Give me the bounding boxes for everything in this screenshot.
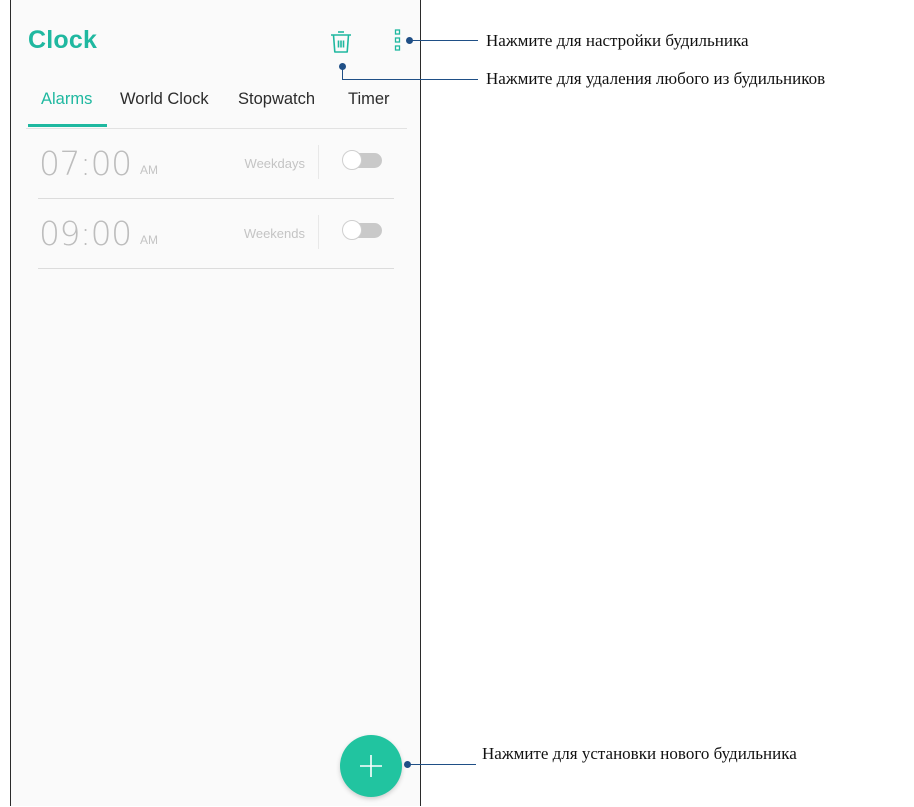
callout-line xyxy=(342,79,478,80)
alarm-row[interactable]: 07:00 AM Weekdays xyxy=(38,128,394,199)
toggle-knob xyxy=(342,150,362,170)
alarm-time: 09:00 xyxy=(39,214,132,253)
trash-icon xyxy=(331,31,351,53)
active-tab-indicator xyxy=(28,124,107,127)
tab-bar: Alarms World Clock Stopwatch Timer xyxy=(26,78,407,129)
alarm-days: Weekdays xyxy=(244,156,305,171)
app-title: Clock xyxy=(28,26,98,54)
callout-line xyxy=(408,764,476,765)
row-divider xyxy=(318,215,319,249)
tab-timer[interactable]: Timer xyxy=(348,90,390,109)
tab-world-clock[interactable]: World Clock xyxy=(120,90,209,109)
alarm-ampm: AM xyxy=(140,163,158,177)
alarm-row[interactable]: 09:00 AM Weekends xyxy=(38,198,394,269)
plus-icon xyxy=(360,755,382,777)
callout-line xyxy=(342,66,343,79)
callout-line xyxy=(410,40,478,41)
callout-add-text: Нажмите для установки нового будильника xyxy=(482,744,797,763)
alarm-ampm: AM xyxy=(140,233,158,247)
tab-alarms[interactable]: Alarms xyxy=(41,90,92,109)
alarm-toggle[interactable] xyxy=(342,150,382,170)
toggle-knob xyxy=(342,220,362,240)
row-divider xyxy=(318,145,319,179)
more-vertical-icon xyxy=(394,29,401,51)
delete-alarms-button[interactable] xyxy=(328,28,354,54)
alarm-days: Weekends xyxy=(243,226,305,241)
more-options-button[interactable] xyxy=(391,28,405,54)
callout-settings-text: Нажмите для настройки будильника xyxy=(486,31,749,50)
clock-app-screen: Clock Alarms World Clock Stopwatch Timer xyxy=(10,0,421,806)
tab-stopwatch[interactable]: Stopwatch xyxy=(238,90,315,109)
alarm-time: 07:00 xyxy=(39,144,132,183)
alarm-toggle[interactable] xyxy=(342,220,382,240)
callout-delete-text: Нажмите для удаления любого из будильник… xyxy=(486,69,826,88)
add-alarm-button[interactable] xyxy=(340,735,402,797)
